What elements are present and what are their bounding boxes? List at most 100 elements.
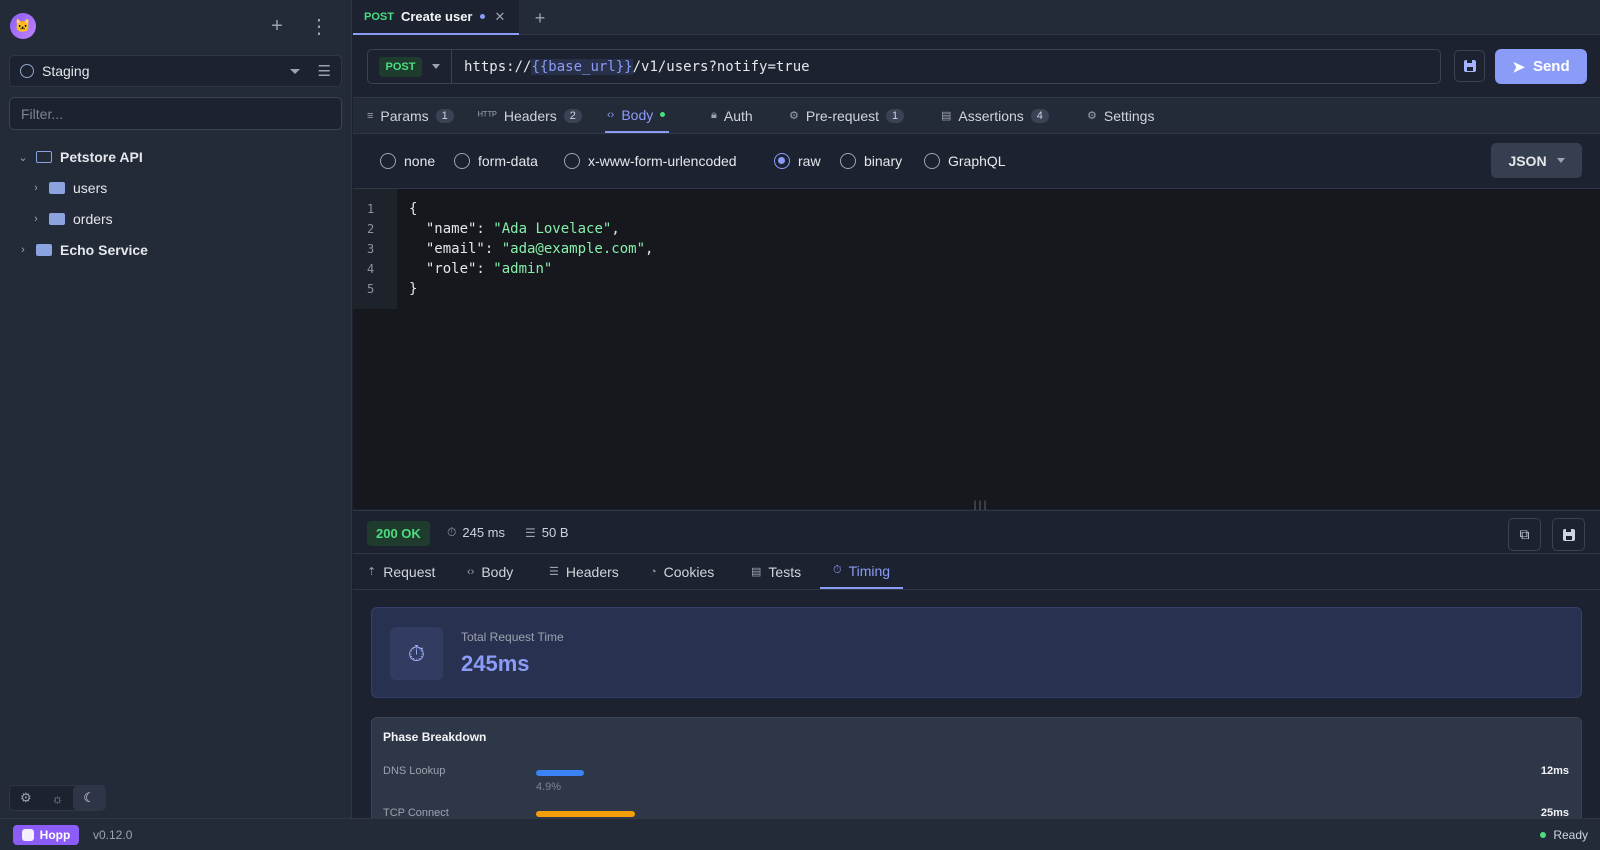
tab-params[interactable]: ≡ Params 1 [367,98,454,133]
gear-icon: ⚙ [1087,110,1097,122]
response-status-bar: 200 OK ⏱ 245 ms ☰ 50 B ⧉ [353,510,1600,554]
close-icon[interactable]: ✕ [495,9,506,25]
tab-method: POST [364,10,394,23]
status-footer: Hopp v0.12.0 Ready [0,818,1600,850]
tab-label: Params [380,107,429,124]
code-key: "name": [409,221,494,237]
tab-response-tests[interactable]: ▤ Tests [751,554,801,589]
tab-pre-request[interactable]: ⚙ Pre-request 1 [789,98,905,133]
radio-x-www-form-urlencoded[interactable]: x-www-form-urlencoded [564,153,737,169]
radio-circle [454,153,470,169]
radio-circle-selected [774,153,790,169]
tree-item-orders[interactable]: › orders [31,206,113,232]
folder-icon [49,182,65,194]
tab-response-body[interactable]: ‹› Body [467,554,513,589]
code-line: { [409,201,417,217]
timer-icon: ⏱ [833,564,842,576]
tab-count: 2 [563,108,582,123]
send-label: Send [1532,58,1570,75]
tree-item-users[interactable]: › users [31,175,107,201]
tab-headers[interactable]: ᴴᵀᵀᴾ Headers 2 [478,98,582,133]
url-input[interactable]: https://{{base_url}}/v1/users?notify=tru… [452,58,810,75]
tab-response-timing[interactable]: ⏱ Timing [820,554,904,589]
dark-theme-icon[interactable]: ☾ [73,786,106,810]
save-request-button[interactable] [1454,50,1485,82]
content-type-label: JSON [1508,152,1547,169]
request-tabbar: POST Create user ✕ + [353,0,1600,35]
add-collection-button[interactable]: + [265,14,289,38]
url-suffix: /v1/users?notify=true [632,58,810,75]
body-editor[interactable]: 1 2 3 4 5 { "name": "Ada Lovelace", "ema… [353,189,1600,511]
save-response-button[interactable] [1552,518,1585,551]
environment-select[interactable]: Staging ☰ [9,55,342,87]
light-theme-icon[interactable]: ☼ [42,786,74,810]
copy-icon: ⧉ [1519,526,1530,542]
url-variable: {{base_url}} [531,58,633,75]
tree-item-label: Petstore API [60,149,143,165]
code-icon: ‹› [607,108,615,121]
new-tab-button[interactable]: + [528,6,552,30]
environment-settings-icon[interactable]: ☰ [318,62,331,80]
chevron-right-icon: › [34,182,38,194]
tab-response-cookies[interactable]: ◔ Cookies [650,554,714,589]
globe-icon [20,64,34,78]
more-options-icon[interactable]: ⋮ [307,14,331,38]
response-time: ⏱ 245 ms [447,525,505,540]
phase-name: DNS Lookup [383,765,446,777]
radio-graphql[interactable]: GraphQL [924,153,1006,169]
tab-label: Headers [565,563,619,580]
phase-breakdown-title: Phase Breakdown [383,730,487,744]
save-icon [1562,528,1575,541]
response-time-value: 245 ms [462,525,506,540]
tab-auth[interactable]: 🔒︎ Auth [711,98,753,133]
radio-form-data[interactable]: form-data [454,153,538,169]
phase-breakdown-card: Phase Breakdown DNS Lookup 4.9% 12ms TCP… [371,717,1582,827]
phase-percent: 4.9% [536,781,562,793]
code-icon: ‹› [467,565,475,578]
body-type-options: none form-data x-www-form-urlencoded raw… [353,135,1600,189]
code-line: } [409,281,417,297]
tab-assertions[interactable]: ▤ Assertions 4 [941,98,1049,133]
environment-name: Staging [42,63,90,79]
tab-count: 1 [435,108,454,123]
code-string: "admin" [493,261,553,277]
app-logo-icon[interactable]: 🐱 [10,13,36,39]
brand-badge[interactable]: Hopp [13,825,79,845]
active-dot-icon [660,112,666,117]
system-theme-icon[interactable]: ⚙ [10,786,42,810]
method-select[interactable]: POST [368,50,452,83]
content-type-select[interactable]: JSON [1491,143,1582,178]
tab-label: Pre-request [805,107,880,124]
send-icon: ➤ [1512,58,1525,76]
send-button[interactable]: ➤ Send [1495,49,1587,84]
unsaved-dot-icon [479,14,485,19]
code-text: } [409,281,418,297]
chevron-down-icon [432,64,441,69]
status-text: Ready [1553,828,1588,842]
filter-input[interactable] [9,97,342,130]
radio-label: raw [798,153,821,169]
tab-settings[interactable]: ⚙ Settings [1087,98,1154,133]
tab-response-request[interactable]: ⇡ Request [367,554,435,589]
radio-raw[interactable]: raw [774,153,821,169]
clock-icon: ⏱ [447,525,457,539]
tab-label: Tests [768,563,802,580]
response-size-value: 50 B [541,525,569,540]
status-badge: 200 OK [367,521,430,546]
code-line: "role": "admin" [409,261,552,277]
radio-none[interactable]: none [380,153,435,169]
chevron-down-icon [1556,158,1565,163]
tab-label: Timing [848,562,891,579]
tree-item-petstore-api[interactable]: ⌄ Petstore API [18,144,143,170]
tab-create-user[interactable]: POST Create user ✕ [353,0,519,35]
radio-binary[interactable]: binary [840,153,902,169]
tab-body[interactable]: ‹› Body [605,98,670,133]
tree-item-label: users [73,180,108,196]
params-icon: ≡ [367,109,374,122]
radio-circle [924,153,940,169]
tab-response-headers[interactable]: ☰ Headers [549,554,619,589]
copy-response-button[interactable]: ⧉ [1508,518,1541,551]
method-badge: POST [378,56,423,77]
tree-item-echo-service[interactable]: › Echo Service [18,237,148,263]
folder-icon [49,213,65,225]
